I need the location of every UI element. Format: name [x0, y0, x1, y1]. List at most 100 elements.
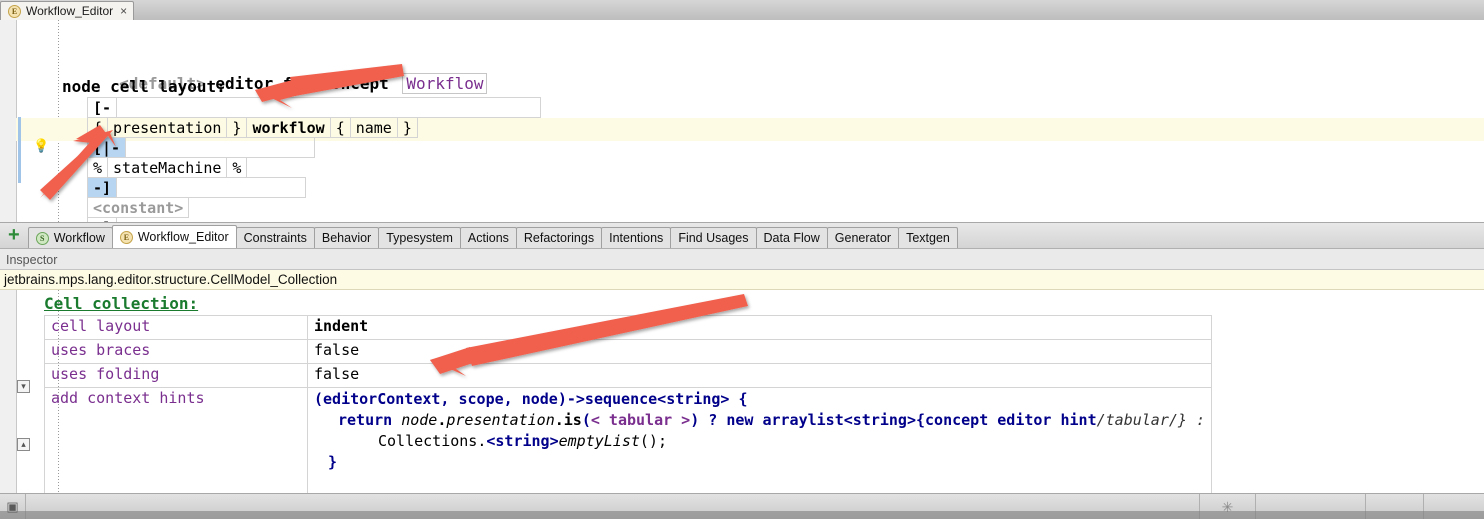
aspect-tab-data-flow[interactable]: Data Flow — [756, 227, 828, 248]
aspect-tab-find-usages[interactable]: Find Usages — [670, 227, 756, 248]
fold-collapse-icon[interactable]: ▾ — [17, 380, 30, 393]
property-key-cell-layout[interactable]: cell layout — [45, 316, 308, 340]
aspect-tab-constraints[interactable]: Constraints — [236, 227, 315, 248]
aspect-tab-label: Behavior — [322, 231, 371, 245]
cell-row[interactable]: <constant> — [88, 198, 541, 218]
code-return-keyword: return — [338, 411, 392, 429]
structure-aspect-icon: S — [36, 232, 49, 245]
offscreen-clipped-row — [0, 511, 1484, 519]
code-collections-class: Collections. — [378, 432, 486, 450]
cell-empty-2[interactable] — [116, 177, 306, 198]
property-value-add-context-hints[interactable]: (editorContext, scope, node)->sequence<s… — [308, 388, 1212, 494]
property-value-uses-folding[interactable]: false — [308, 364, 1212, 388]
cell-row[interactable]: [- — [88, 98, 541, 118]
cell-brace-open-1[interactable]: { — [87, 117, 108, 138]
aspect-tab-intentions[interactable]: Intentions — [601, 227, 671, 248]
close-icon[interactable]: × — [120, 5, 127, 17]
code-ternary-question: ) ? — [690, 411, 726, 429]
aspect-tab-label: Textgen — [906, 231, 950, 245]
inspector-property-table[interactable]: cell layout indent uses braces false use… — [44, 315, 1212, 493]
editor-content[interactable]: <default> editor for concept Workflow no… — [0, 20, 1484, 222]
code-emptylist-method: emptyList — [559, 432, 640, 450]
property-key-uses-folding[interactable]: uses folding — [45, 364, 308, 388]
node-cell-layout-label: node cell layout: — [62, 77, 226, 96]
table-row[interactable]: add context hints (editorContext, scope,… — [45, 388, 1212, 494]
property-value-cell-layout[interactable]: indent — [308, 316, 1212, 340]
cell-brace-close-2[interactable]: } — [397, 117, 418, 138]
aspect-tab-label: Refactorings — [524, 231, 594, 245]
aspect-tab-label: Constraints — [244, 231, 307, 245]
code-tabular-hint-ref: < tabular > — [591, 411, 690, 429]
top-tab-label: Workflow_Editor — [26, 4, 113, 18]
table-row[interactable]: uses braces false — [45, 340, 1212, 364]
cell-empty-0[interactable] — [116, 97, 541, 118]
code-call-parens: (); — [640, 432, 667, 450]
aspect-tab-workflow[interactable]: S Workflow — [28, 227, 113, 248]
add-aspect-button[interactable]: + — [4, 224, 28, 248]
inspector-node-path: jetbrains.mps.lang.editor.structure.Cell… — [0, 270, 1484, 290]
cell-presentation[interactable]: presentation — [107, 117, 227, 138]
property-value-uses-braces[interactable]: false — [308, 340, 1212, 364]
aspect-tab-label: Workflow_Editor — [138, 230, 229, 244]
cell-brace-open-2[interactable]: { — [330, 117, 351, 138]
table-row[interactable]: cell layout indent — [45, 316, 1212, 340]
cell-row[interactable]: { presentation } workflow { name } — [88, 118, 541, 138]
editor-aspect-icon: E — [120, 231, 133, 244]
cell-constant-placeholder[interactable]: <constant> — [87, 197, 189, 218]
property-key-add-context-hints[interactable]: add context hints — [45, 388, 308, 494]
editor-pane[interactable]: 💡 <default> editor for concept Workflow … — [0, 20, 1484, 222]
aspect-tab-textgen[interactable]: Textgen — [898, 227, 958, 248]
code-tabular-literal: /tabular/} : — [1097, 411, 1205, 429]
aspect-tab-typesystem[interactable]: Typesystem — [378, 227, 461, 248]
cell-percent-close[interactable]: % — [226, 157, 247, 178]
code-presentation-prop: presentation — [446, 411, 554, 429]
code-node-var: node — [401, 411, 437, 429]
inspector-gutter — [0, 290, 17, 493]
editor-for-concept-text: editor for concept — [206, 74, 399, 93]
code-new-keyword: new — [726, 411, 753, 429]
cell-row[interactable]: % stateMachine % — [88, 158, 541, 178]
top-tab-workflow-editor[interactable]: E Workflow_Editor × — [0, 1, 134, 20]
aspect-tab-label: Find Usages — [678, 231, 748, 245]
aspect-tab-bar[interactable]: + S Workflow E Workflow_Editor Constrain… — [0, 222, 1484, 248]
editor-aspect-icon: E — [8, 5, 21, 18]
table-row[interactable]: uses folding false — [45, 364, 1212, 388]
aspect-tab-actions[interactable]: Actions — [460, 227, 517, 248]
inspector-body[interactable]: ▾ ▴ Cell collection: cell layout indent … — [0, 290, 1484, 493]
aspect-tab-refactorings[interactable]: Refactorings — [516, 227, 602, 248]
inspector-title-bar[interactable]: Inspector — [0, 248, 1484, 270]
cell-name[interactable]: name — [350, 117, 398, 138]
aspect-tab-workflow-editor[interactable]: E Workflow_Editor — [112, 225, 237, 248]
cell-row[interactable]: [|- — [88, 138, 541, 158]
cell-workflow-constant[interactable]: workflow — [246, 117, 330, 138]
code-lambda-signature: (editorContext, scope, node)->sequence<s… — [314, 390, 747, 408]
aspect-tab-label: Typesystem — [386, 231, 453, 245]
cell-brace-close-1[interactable]: } — [226, 117, 247, 138]
cell-empty-1[interactable] — [125, 137, 315, 158]
aspect-tab-generator[interactable]: Generator — [827, 227, 899, 248]
cell-close-indent-selected[interactable]: -] — [87, 177, 117, 198]
code-arraylist-type: arraylist<string>{ — [762, 411, 925, 429]
code-concept-editor-hint: concept editor hint — [925, 411, 1097, 429]
cell-row[interactable]: -] — [88, 178, 541, 198]
code-paren-open: ( — [582, 411, 591, 429]
aspect-tab-label: Generator — [835, 231, 891, 245]
aspect-tab-behavior[interactable]: Behavior — [314, 227, 379, 248]
cell-open-indent[interactable]: [- — [87, 97, 117, 118]
code-dot-2: . — [555, 411, 564, 429]
aspect-tab-label: Data Flow — [764, 231, 820, 245]
code-is-operation: is — [564, 411, 582, 429]
aspect-tab-label: Actions — [468, 231, 509, 245]
mps-editor-window: E Workflow_Editor × 💡 <default> editor f… — [0, 0, 1484, 519]
code-string-generic: <string> — [486, 432, 558, 450]
cell-statemachine[interactable]: stateMachine — [107, 157, 227, 178]
top-tab-strip: E Workflow_Editor × — [0, 0, 1484, 21]
cell-percent-open[interactable]: % — [87, 157, 108, 178]
cell-layout-grid[interactable]: [- { presentation } workflow { name } [|… — [88, 98, 541, 222]
fold-expand-icon[interactable]: ▴ — [17, 438, 30, 451]
concept-reference[interactable]: Workflow — [402, 73, 487, 94]
property-key-uses-braces[interactable]: uses braces — [45, 340, 308, 364]
aspect-tab-label: Workflow — [54, 231, 105, 245]
code-closing-brace: } — [328, 453, 337, 471]
cell-open-indent-selected[interactable]: [|- — [87, 137, 126, 158]
